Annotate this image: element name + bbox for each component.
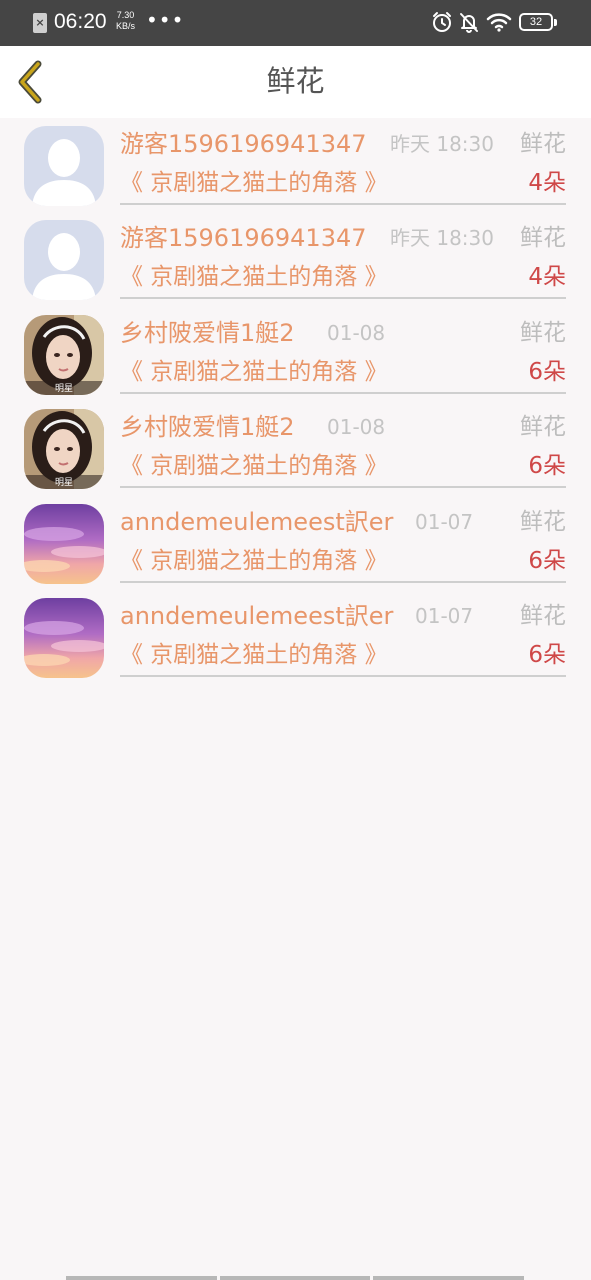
book-title[interactable]: 《 京剧猫之猫土的角落 》 — [120, 260, 388, 294]
username[interactable]: anndemeulemeest訳er — [120, 505, 393, 539]
gift-count: 4朵 — [528, 170, 566, 196]
gift-count: 6朵 — [528, 548, 566, 574]
network-speed: 7.30 KB/s — [116, 10, 135, 32]
username[interactable]: 乡村陂爱情1艇2 — [120, 316, 295, 350]
sky-photo-icon — [24, 598, 104, 678]
default-person-icon — [24, 126, 104, 206]
timestamp: 01-07 — [415, 604, 474, 628]
username[interactable]: 游客1596196941347 — [120, 127, 367, 161]
header-bar: 鲜花 — [0, 46, 591, 118]
timestamp: 01-08 — [327, 415, 386, 439]
avatar[interactable] — [24, 126, 104, 206]
status-bar: × 06:20 7.30 KB/s ••• 32 — [0, 0, 591, 46]
timestamp: 01-08 — [327, 321, 386, 345]
wifi-icon — [486, 13, 512, 32]
divider — [120, 581, 566, 583]
avatar-caption: 明星 — [54, 384, 73, 394]
list-item[interactable]: 游客1596196941347 昨天 18:30 鲜花 《 京剧猫之猫土的角落 … — [0, 118, 591, 212]
gift-type: 鲜花 — [520, 320, 566, 346]
gift-type: 鲜花 — [520, 225, 566, 251]
battery-icon: 32 — [519, 13, 557, 31]
book-title[interactable]: 《 京剧猫之猫土的角落 》 — [120, 544, 388, 578]
book-title[interactable]: 《 京剧猫之猫土的角落 》 — [120, 638, 388, 672]
network-speed-value: 7.30 — [116, 10, 135, 20]
list-item[interactable]: 明星 乡村陂爱情1艇2 01-08 鲜花 《 京剧猫之猫土的角落 》 6朵 — [0, 401, 591, 495]
gift-type: 鲜花 — [520, 603, 566, 629]
book-title[interactable]: 《 京剧猫之猫土的角落 》 — [120, 166, 388, 200]
alarm-icon — [433, 12, 451, 32]
list-item[interactable]: anndemeulemeest訳er 01-07 鲜花 《 京剧猫之猫土的角落 … — [0, 496, 591, 590]
clock: 06:20 — [54, 10, 107, 33]
gift-count: 4朵 — [528, 264, 566, 290]
nav-menu-gesture[interactable] — [66, 1276, 217, 1280]
book-title[interactable]: 《 京剧猫之猫土的角落 》 — [120, 355, 388, 389]
gift-type: 鲜花 — [520, 131, 566, 157]
network-speed-unit: KB/s — [116, 21, 136, 31]
avatar[interactable] — [24, 220, 104, 300]
divider — [120, 392, 566, 394]
more-notifications-icon: ••• — [146, 8, 185, 32]
nav-back-gesture[interactable] — [373, 1276, 525, 1280]
gift-count: 6朵 — [528, 359, 566, 385]
list-item[interactable]: 游客1596196941347 昨天 18:30 鲜花 《 京剧猫之猫土的角落 … — [0, 212, 591, 306]
no-sim-icon: × — [33, 13, 47, 33]
list-item[interactable]: anndemeulemeest訳er 01-07 鲜花 《 京剧猫之猫土的角落 … — [0, 590, 591, 684]
divider — [120, 297, 566, 299]
avatar[interactable]: 明星 — [24, 409, 104, 489]
divider — [120, 203, 566, 205]
avatar[interactable] — [24, 504, 104, 584]
timestamp: 01-07 — [415, 510, 474, 534]
avatar-caption: 明星 — [54, 478, 73, 488]
username[interactable]: anndemeulemeest訳er — [120, 599, 393, 633]
timestamp: 昨天 18:30 — [390, 132, 494, 156]
username[interactable]: 乡村陂爱情1艇2 — [120, 410, 295, 444]
divider — [120, 486, 566, 488]
avatar[interactable]: 明星 — [24, 315, 104, 395]
timestamp: 昨天 18:30 — [390, 226, 494, 250]
gift-count: 6朵 — [528, 642, 566, 668]
mute-bell-icon — [460, 13, 478, 33]
gift-type: 鲜花 — [520, 414, 566, 440]
gift-count: 6朵 — [528, 453, 566, 479]
divider — [120, 675, 566, 677]
sky-photo-icon — [24, 504, 104, 584]
system-nav-bar — [66, 1276, 525, 1280]
page-title: 鲜花 — [266, 64, 325, 98]
list-item[interactable]: 明星 乡村陂爱情1艇2 01-08 鲜花 《 京剧猫之猫土的角落 》 6朵 — [0, 307, 591, 401]
avatar[interactable] — [24, 598, 104, 678]
default-person-icon — [24, 220, 104, 300]
nav-home-gesture[interactable] — [219, 1276, 371, 1280]
username[interactable]: 游客1596196941347 — [120, 221, 367, 255]
gift-type: 鲜花 — [520, 509, 566, 535]
book-title[interactable]: 《 京剧猫之猫土的角落 》 — [120, 449, 388, 483]
